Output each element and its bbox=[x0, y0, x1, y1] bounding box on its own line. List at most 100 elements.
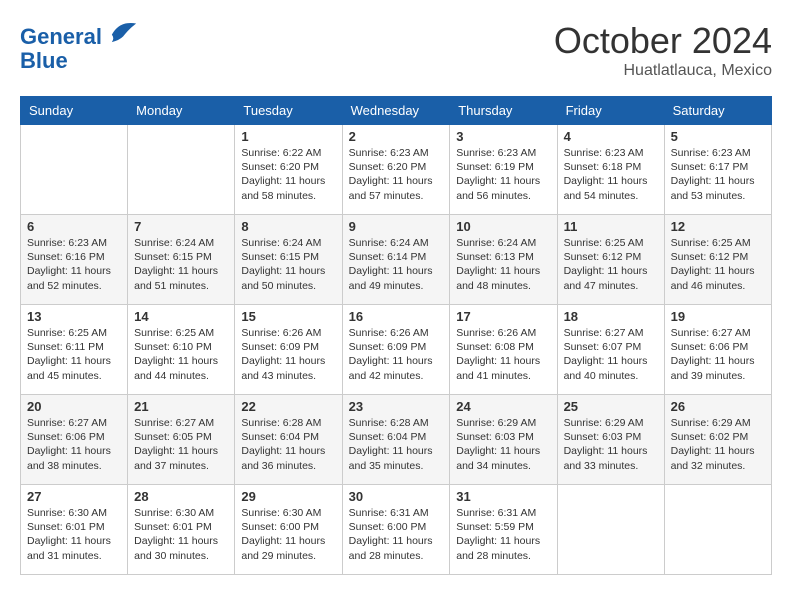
week-row-4: 20Sunrise: 6:27 AM Sunset: 6:06 PM Dayli… bbox=[21, 395, 772, 485]
calendar-cell: 5 Sunrise: 6:23 AM Sunset: 6:17 PM Daylig… bbox=[664, 125, 771, 215]
calendar-cell: 30Sunrise: 6:31 AM Sunset: 6:00 PM Dayli… bbox=[342, 485, 450, 575]
day-number: 10 bbox=[456, 219, 550, 234]
day-number: 27 bbox=[27, 489, 121, 504]
day-number: 9 bbox=[349, 219, 444, 234]
calendar-cell: 7 Sunrise: 6:24 AM Sunset: 6:15 PM Daylig… bbox=[128, 215, 235, 305]
calendar-cell: 31 Sunrise: 6:31 AM Sunset: 5:59 PM Dayli… bbox=[450, 485, 557, 575]
day-info: Sunrise: 6:30 AM Sunset: 6:01 PM Dayligh… bbox=[27, 506, 121, 563]
day-info: Sunrise: 6:26 AM Sunset: 6:09 PM Dayligh… bbox=[349, 326, 444, 383]
day-info: Sunrise: 6:30 AM Sunset: 6:01 PM Dayligh… bbox=[134, 506, 228, 563]
day-info: Sunrise: 6:23 AM Sunset: 6:16 PM Dayligh… bbox=[27, 236, 121, 293]
calendar-cell: 3 Sunrise: 6:23 AM Sunset: 6:19 PM Daylig… bbox=[450, 125, 557, 215]
calendar-cell: 22 Sunrise: 6:28 AM Sunset: 6:04 PM Dayli… bbox=[235, 395, 342, 485]
calendar-cell: 16 Sunrise: 6:26 AM Sunset: 6:09 PM Dayli… bbox=[342, 305, 450, 395]
calendar-cell: 29Sunrise: 6:30 AM Sunset: 6:00 PM Dayli… bbox=[235, 485, 342, 575]
header-thursday: Thursday bbox=[450, 97, 557, 125]
calendar-cell: 2 Sunrise: 6:23 AM Sunset: 6:20 PM Daylig… bbox=[342, 125, 450, 215]
day-number: 18 bbox=[564, 309, 658, 324]
calendar-cell: 28Sunrise: 6:30 AM Sunset: 6:01 PM Dayli… bbox=[128, 485, 235, 575]
day-number: 21 bbox=[134, 399, 228, 414]
day-info: Sunrise: 6:23 AM Sunset: 6:18 PM Dayligh… bbox=[564, 146, 658, 203]
header-tuesday: Tuesday bbox=[235, 97, 342, 125]
day-number: 14 bbox=[134, 309, 228, 324]
calendar-cell: 11 Sunrise: 6:25 AM Sunset: 6:12 PM Dayli… bbox=[557, 215, 664, 305]
day-info: Sunrise: 6:23 AM Sunset: 6:20 PM Dayligh… bbox=[349, 146, 444, 203]
calendar-cell: 26Sunrise: 6:29 AM Sunset: 6:02 PM Dayli… bbox=[664, 395, 771, 485]
day-number: 25 bbox=[564, 399, 658, 414]
week-row-5: 27 Sunrise: 6:30 AM Sunset: 6:01 PM Dayli… bbox=[21, 485, 772, 575]
calendar-cell: 25Sunrise: 6:29 AM Sunset: 6:03 PM Dayli… bbox=[557, 395, 664, 485]
calendar-cell bbox=[128, 125, 235, 215]
day-number: 4 bbox=[564, 129, 658, 144]
day-number: 20 bbox=[27, 399, 121, 414]
calendar-cell: 10Sunrise: 6:24 AM Sunset: 6:13 PM Dayli… bbox=[450, 215, 557, 305]
day-info: Sunrise: 6:31 AM Sunset: 5:59 PM Dayligh… bbox=[456, 506, 550, 563]
calendar-cell: 13Sunrise: 6:25 AM Sunset: 6:11 PM Dayli… bbox=[21, 305, 128, 395]
calendar-cell: 1 Sunrise: 6:22 AM Sunset: 6:20 PM Daylig… bbox=[235, 125, 342, 215]
page-header: General Blue October 2024 Huatlatlauca, … bbox=[20, 20, 772, 80]
header-monday: Monday bbox=[128, 97, 235, 125]
week-row-3: 13Sunrise: 6:25 AM Sunset: 6:11 PM Dayli… bbox=[21, 305, 772, 395]
day-number: 7 bbox=[134, 219, 228, 234]
day-info: Sunrise: 6:27 AM Sunset: 6:05 PM Dayligh… bbox=[134, 416, 228, 473]
calendar-cell: 9 Sunrise: 6:24 AM Sunset: 6:14 PM Daylig… bbox=[342, 215, 450, 305]
day-number: 16 bbox=[349, 309, 444, 324]
logo-bird-icon bbox=[110, 16, 138, 44]
logo: General Blue bbox=[20, 20, 138, 73]
day-number: 3 bbox=[456, 129, 550, 144]
day-info: Sunrise: 6:25 AM Sunset: 6:12 PM Dayligh… bbox=[564, 236, 658, 293]
title-block: October 2024 Huatlatlauca, Mexico bbox=[554, 20, 772, 80]
calendar-cell: 21 Sunrise: 6:27 AM Sunset: 6:05 PM Dayli… bbox=[128, 395, 235, 485]
month-title: October 2024 bbox=[554, 20, 772, 62]
day-number: 1 bbox=[241, 129, 335, 144]
day-number: 30 bbox=[349, 489, 444, 504]
day-number: 6 bbox=[27, 219, 121, 234]
calendar-cell: 27 Sunrise: 6:30 AM Sunset: 6:01 PM Dayli… bbox=[21, 485, 128, 575]
day-info: Sunrise: 6:23 AM Sunset: 6:17 PM Dayligh… bbox=[671, 146, 765, 203]
day-info: Sunrise: 6:26 AM Sunset: 6:08 PM Dayligh… bbox=[456, 326, 550, 383]
calendar-cell: 8Sunrise: 6:24 AM Sunset: 6:15 PM Daylig… bbox=[235, 215, 342, 305]
header-saturday: Saturday bbox=[664, 97, 771, 125]
day-number: 19 bbox=[671, 309, 765, 324]
header-friday: Friday bbox=[557, 97, 664, 125]
day-info: Sunrise: 6:28 AM Sunset: 6:04 PM Dayligh… bbox=[241, 416, 335, 473]
calendar-cell bbox=[557, 485, 664, 575]
calendar-cell: 18 Sunrise: 6:27 AM Sunset: 6:07 PM Dayli… bbox=[557, 305, 664, 395]
day-number: 17 bbox=[456, 309, 550, 324]
calendar-header-row: SundayMondayTuesdayWednesdayThursdayFrid… bbox=[21, 97, 772, 125]
header-sunday: Sunday bbox=[21, 97, 128, 125]
day-number: 23 bbox=[349, 399, 444, 414]
day-info: Sunrise: 6:23 AM Sunset: 6:19 PM Dayligh… bbox=[456, 146, 550, 203]
day-info: Sunrise: 6:24 AM Sunset: 6:14 PM Dayligh… bbox=[349, 236, 444, 293]
day-info: Sunrise: 6:29 AM Sunset: 6:02 PM Dayligh… bbox=[671, 416, 765, 473]
day-number: 2 bbox=[349, 129, 444, 144]
calendar-cell bbox=[21, 125, 128, 215]
week-row-2: 6 Sunrise: 6:23 AM Sunset: 6:16 PM Daylig… bbox=[21, 215, 772, 305]
day-number: 5 bbox=[671, 129, 765, 144]
header-wednesday: Wednesday bbox=[342, 97, 450, 125]
day-number: 31 bbox=[456, 489, 550, 504]
calendar-cell: 24 Sunrise: 6:29 AM Sunset: 6:03 PM Dayli… bbox=[450, 395, 557, 485]
calendar-cell: 12Sunrise: 6:25 AM Sunset: 6:12 PM Dayli… bbox=[664, 215, 771, 305]
calendar-cell: 17 Sunrise: 6:26 AM Sunset: 6:08 PM Dayli… bbox=[450, 305, 557, 395]
calendar-cell: 15Sunrise: 6:26 AM Sunset: 6:09 PM Dayli… bbox=[235, 305, 342, 395]
day-info: Sunrise: 6:27 AM Sunset: 6:07 PM Dayligh… bbox=[564, 326, 658, 383]
calendar-cell: 6 Sunrise: 6:23 AM Sunset: 6:16 PM Daylig… bbox=[21, 215, 128, 305]
day-number: 22 bbox=[241, 399, 335, 414]
day-info: Sunrise: 6:28 AM Sunset: 6:04 PM Dayligh… bbox=[349, 416, 444, 473]
day-info: Sunrise: 6:25 AM Sunset: 6:10 PM Dayligh… bbox=[134, 326, 228, 383]
calendar-cell: 14 Sunrise: 6:25 AM Sunset: 6:10 PM Dayli… bbox=[128, 305, 235, 395]
day-number: 24 bbox=[456, 399, 550, 414]
logo-blue: Blue bbox=[20, 48, 68, 73]
day-info: Sunrise: 6:24 AM Sunset: 6:15 PM Dayligh… bbox=[134, 236, 228, 293]
calendar-cell bbox=[664, 485, 771, 575]
day-number: 11 bbox=[564, 219, 658, 234]
day-number: 15 bbox=[241, 309, 335, 324]
calendar-cell: 20Sunrise: 6:27 AM Sunset: 6:06 PM Dayli… bbox=[21, 395, 128, 485]
day-info: Sunrise: 6:30 AM Sunset: 6:00 PM Dayligh… bbox=[241, 506, 335, 563]
day-info: Sunrise: 6:22 AM Sunset: 6:20 PM Dayligh… bbox=[241, 146, 335, 203]
day-info: Sunrise: 6:29 AM Sunset: 6:03 PM Dayligh… bbox=[456, 416, 550, 473]
week-row-1: 1 Sunrise: 6:22 AM Sunset: 6:20 PM Daylig… bbox=[21, 125, 772, 215]
calendar-cell: 19Sunrise: 6:27 AM Sunset: 6:06 PM Dayli… bbox=[664, 305, 771, 395]
location: Huatlatlauca, Mexico bbox=[554, 62, 772, 80]
